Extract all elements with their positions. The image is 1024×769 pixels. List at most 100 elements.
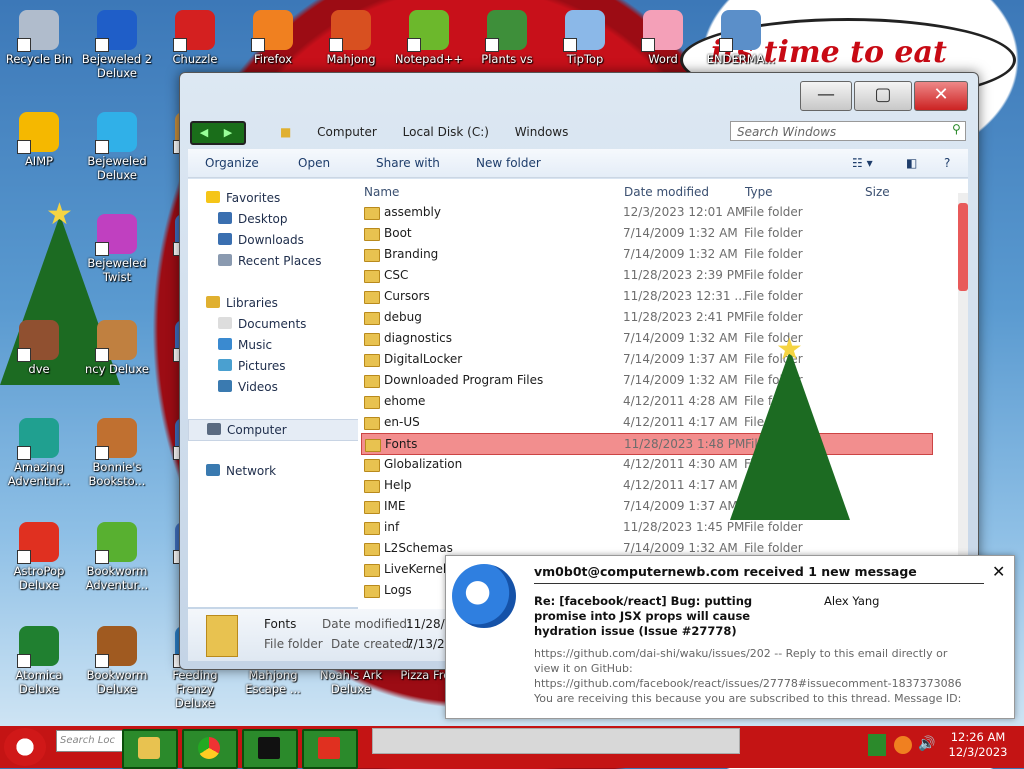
nav-pictures[interactable]: Pictures <box>218 359 286 373</box>
taskbar-cmd[interactable] <box>242 729 298 769</box>
volume-icon[interactable]: 🔊 <box>918 736 935 752</box>
close-button[interactable]: ✕ <box>914 81 968 111</box>
share-with-button[interactable]: Share with <box>376 149 440 177</box>
desktop-icon[interactable]: Bejeweled Twist <box>80 214 154 284</box>
close-icon[interactable]: ✕ <box>992 562 1005 581</box>
table-row[interactable]: diagnostics 7/14/2009 1:32 AM File folder <box>361 328 931 348</box>
nav-libraries[interactable]: Libraries <box>206 296 278 310</box>
tray-firefox-icon[interactable] <box>894 736 912 754</box>
nav-recent[interactable]: Recent Places <box>218 254 321 268</box>
breadcrumb-local-disk[interactable]: Local Disk (C:) <box>403 125 489 139</box>
desktop-icon[interactable]: Word <box>626 10 700 66</box>
taskbar-explorer[interactable] <box>122 729 178 769</box>
nav-videos[interactable]: Videos <box>218 380 278 394</box>
desktop-icon-label: AIMP <box>24 154 54 168</box>
folder-icon <box>364 522 380 535</box>
view-options-icon[interactable]: ☷ ▾ <box>852 149 873 177</box>
notification-header: vm0b0t@computernewb.com received 1 new m… <box>534 564 984 584</box>
organize-button[interactable]: Organize <box>205 149 259 177</box>
column-name[interactable]: Name <box>364 185 399 199</box>
taskbar-chrome[interactable] <box>182 729 238 769</box>
app-icon <box>17 112 59 154</box>
desktop-icon[interactable]: Mahjong <box>314 10 388 66</box>
nav-computer[interactable]: Computer <box>188 419 363 441</box>
table-row[interactable]: debug 11/28/2023 2:41 PM File folder <box>361 307 931 327</box>
column-type[interactable]: Type <box>745 185 773 199</box>
computer-icon <box>207 423 221 435</box>
navigation-pane: Favorites Desktop Downloads Recent Place… <box>188 179 363 607</box>
notification-sender: Alex Yang <box>824 594 880 608</box>
desktop-icon[interactable]: Atomica Deluxe <box>2 626 76 696</box>
desktop-icon[interactable]: ncy Deluxe <box>80 320 154 376</box>
desktop-icon[interactable]: Bookworm Deluxe <box>80 626 154 696</box>
breadcrumb-computer[interactable]: Computer <box>317 125 377 139</box>
address-bar[interactable]: ■ Computer Local Disk (C:) Windows <box>280 121 720 143</box>
folder-icon <box>138 737 160 759</box>
folder-icon <box>364 312 380 325</box>
row-date: 12/3/2023 12:01 AM <box>623 205 746 219</box>
nav-music[interactable]: Music <box>218 338 272 352</box>
desktop-icon-label: Bejeweled Twist <box>87 256 147 284</box>
minimize-button[interactable]: — <box>800 81 852 111</box>
desktop-icon[interactable]: AstroPop Deluxe <box>2 522 76 592</box>
desktop-icon[interactable]: ENDERMA... <box>704 10 778 66</box>
app-icon <box>95 10 137 52</box>
desktop-icon[interactable]: Bejeweled 2 Deluxe <box>80 10 154 80</box>
desktop-icon[interactable]: dve <box>2 320 76 376</box>
clock-time: 12:26 AM <box>950 730 1006 744</box>
folder-icon <box>364 585 380 598</box>
maximize-button[interactable]: ▢ <box>854 81 912 111</box>
nav-desktop[interactable]: Desktop <box>218 212 288 226</box>
app-icon <box>329 10 371 52</box>
table-row[interactable]: Branding 7/14/2009 1:32 AM File folder <box>361 244 931 264</box>
desktop-icon-label: dve <box>28 362 50 376</box>
desktop-icon[interactable]: AIMP <box>2 112 76 168</box>
app-icon <box>641 10 683 52</box>
preview-pane-icon[interactable]: ◧ <box>906 149 917 177</box>
desktop-icon[interactable]: Chuzzle <box>158 10 232 66</box>
nav-network[interactable]: Network <box>206 464 276 478</box>
breadcrumb-windows[interactable]: Windows <box>515 125 569 139</box>
forward-button[interactable]: ▶ <box>216 123 240 143</box>
email-notification[interactable]: vm0b0t@computernewb.com received 1 new m… <box>445 555 1015 719</box>
desktop-icon[interactable]: Bookworm Adventur... <box>80 522 154 592</box>
column-size[interactable]: Size <box>865 185 890 199</box>
open-button[interactable]: Open <box>298 149 330 177</box>
folder-icon <box>364 228 380 241</box>
details-created-value: 7/13/2 <box>406 637 445 651</box>
help-icon[interactable]: ? <box>944 149 950 177</box>
desktop-icon-label: Atomica Deluxe <box>15 668 63 696</box>
taskbar-astropop[interactable] <box>302 729 358 769</box>
desktop-icon[interactable]: Amazing Adventur... <box>2 418 76 488</box>
search-input[interactable]: Search Windows <box>730 121 966 141</box>
taskbar-active-window[interactable] <box>372 728 740 754</box>
nav-favorites[interactable]: Favorites <box>206 191 280 205</box>
desktop-icon-label: Chuzzle <box>172 52 218 66</box>
system-clock[interactable]: 12:26 AM 12/3/2023 <box>936 730 1020 760</box>
tray-expand-icon[interactable] <box>868 734 886 756</box>
folder-icon <box>365 439 381 452</box>
nav-downloads[interactable]: Downloads <box>218 233 304 247</box>
start-button[interactable] <box>4 728 46 766</box>
nav-documents[interactable]: Documents <box>218 317 306 331</box>
row-name: Fonts <box>385 437 418 451</box>
desktop-icon[interactable]: Bejeweled Deluxe <box>80 112 154 182</box>
desktop-icon[interactable]: Recycle Bin <box>2 10 76 66</box>
desktop-icon[interactable]: Notepad++ <box>392 10 466 66</box>
back-button[interactable]: ◀ <box>192 123 216 143</box>
table-row[interactable]: Boot 7/14/2009 1:32 AM File folder <box>361 223 931 243</box>
table-row[interactable]: inf 11/28/2023 1:45 PM File folder <box>361 517 931 537</box>
desktop-icon[interactable]: TipTop <box>548 10 622 66</box>
desktop-icon[interactable]: Plants vs <box>470 10 544 66</box>
scrollbar-thumb[interactable] <box>958 203 968 291</box>
table-row[interactable]: assembly 12/3/2023 12:01 AM File folder <box>361 202 931 222</box>
column-date-modified[interactable]: Date modified <box>624 185 709 199</box>
vertical-scrollbar[interactable] <box>958 193 968 603</box>
taskbar-search-input[interactable]: Search Loc <box>56 730 123 752</box>
table-row[interactable]: CSC 11/28/2023 2:39 PM File folder <box>361 265 931 285</box>
new-folder-button[interactable]: New folder <box>476 149 541 177</box>
row-name: diagnostics <box>384 331 453 345</box>
table-row[interactable]: Cursors 11/28/2023 12:31 ... File folder <box>361 286 931 306</box>
desktop-icon[interactable]: Firefox <box>236 10 310 66</box>
desktop-icon[interactable]: Bonnie's Booksto... <box>80 418 154 488</box>
